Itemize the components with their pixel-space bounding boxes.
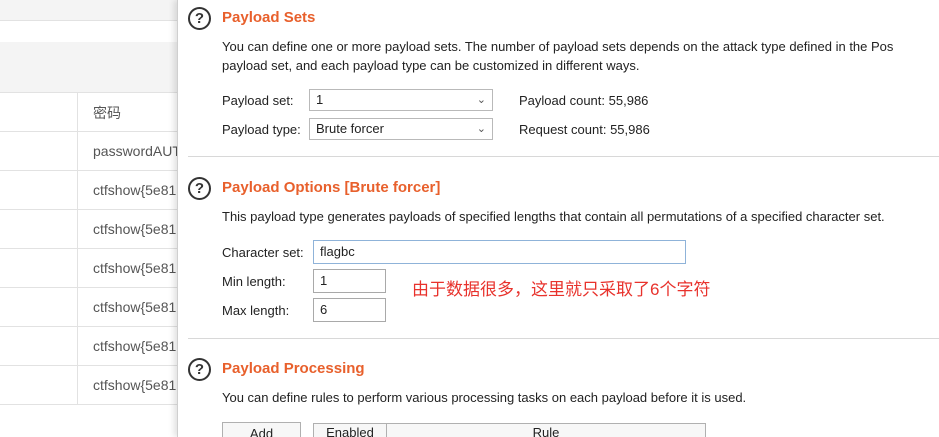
add-rule-button[interactable]: Add <box>222 422 301 437</box>
payload-type-value: Brute forcer <box>316 121 384 136</box>
payload-options-description: This payload type generates payloads of … <box>222 209 885 224</box>
background-results-table: 密码 passwordAUT ctfshow{5e81 ctfshow{5e81… <box>0 0 182 437</box>
column-header-rule[interactable]: Rule <box>386 423 706 437</box>
payload-count: Payload count: 55,986 <box>519 93 648 108</box>
min-length-label: Min length: <box>222 274 286 289</box>
column-header-enabled[interactable]: Enabled <box>313 423 387 437</box>
payload-sets-description-line2: payload set, and each payload type can b… <box>222 58 640 73</box>
section-title-payload-processing: Payload Processing <box>222 360 365 377</box>
table-cell: ctfshow{5e81 <box>93 338 177 354</box>
table-cell: ctfshow{5e81 <box>93 182 177 198</box>
chevron-down-icon: ⌄ <box>476 123 486 135</box>
payload-sets-description-line1: You can define one or more payload sets.… <box>222 39 894 54</box>
payloads-panel: ? Payload Sets You can define one or mor… <box>177 0 939 437</box>
section-divider <box>188 338 939 339</box>
payload-count-value: 55,986 <box>608 93 649 108</box>
payload-count-label: Payload count: <box>519 93 606 108</box>
character-set-label: Character set: <box>222 245 304 260</box>
section-title-payload-options: Payload Options [Brute forcer] <box>222 179 441 196</box>
table-cell: ctfshow{5e81 <box>93 299 177 315</box>
payload-set-select[interactable]: 1 ⌄ <box>309 89 493 111</box>
min-length-input[interactable]: 1 <box>313 269 386 293</box>
payload-type-label: Payload type: <box>222 122 301 137</box>
request-count: Request count: 55,986 <box>519 122 650 137</box>
request-count-value: 55,986 <box>610 122 650 137</box>
table-cell: ctfshow{5e81 <box>93 377 177 393</box>
section-title-payload-sets: Payload Sets <box>222 9 316 26</box>
table-toolbar <box>0 0 182 20</box>
payload-set-value: 1 <box>316 92 324 107</box>
table-cell: passwordAUT <box>93 143 179 159</box>
table-cell: ctfshow{5e81 <box>93 221 177 237</box>
chevron-down-icon: ⌄ <box>476 94 486 106</box>
payload-processing-description: You can define rules to perform various … <box>222 390 747 405</box>
request-count-label: Request count: <box>519 122 607 137</box>
max-length-input[interactable]: 6 <box>313 298 386 322</box>
help-icon[interactable]: ? <box>188 177 211 200</box>
character-set-input[interactable]: flagbc <box>313 240 686 264</box>
table-cell: ctfshow{5e81 <box>93 260 177 276</box>
column-header-password[interactable]: 密码 <box>93 103 121 123</box>
payload-set-label: Payload set: <box>222 93 294 108</box>
section-divider <box>188 156 939 157</box>
annotation-note: 由于数据很多，这里就只采取了6个字符 <box>412 280 711 299</box>
payload-type-select[interactable]: Brute forcer ⌄ <box>309 118 493 140</box>
help-icon[interactable]: ? <box>188 7 211 30</box>
table-filter-bar <box>0 42 182 92</box>
max-length-label: Max length: <box>222 303 290 318</box>
help-icon[interactable]: ? <box>188 358 211 381</box>
